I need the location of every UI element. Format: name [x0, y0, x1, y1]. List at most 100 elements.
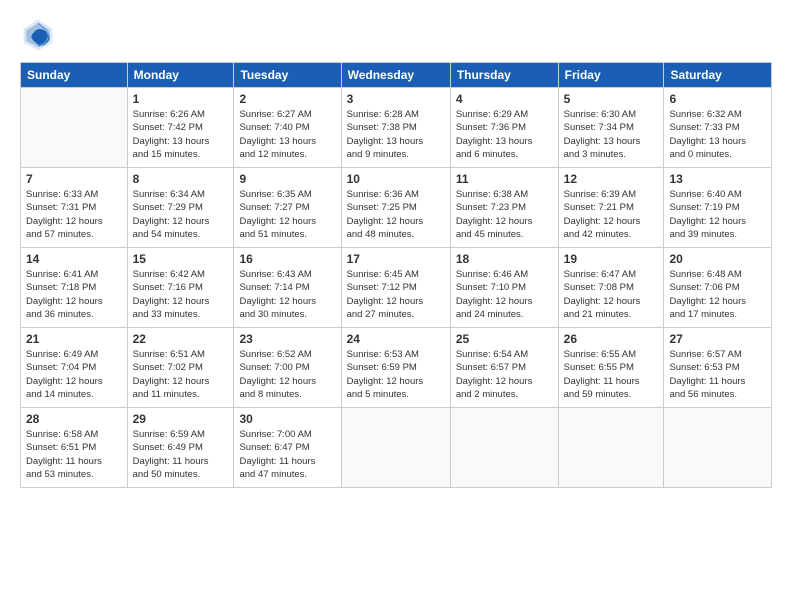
day-number: 18 [456, 252, 553, 266]
day-cell: 15Sunrise: 6:42 AM Sunset: 7:16 PM Dayli… [127, 248, 234, 328]
day-cell [21, 88, 128, 168]
weekday-header-tuesday: Tuesday [234, 63, 341, 88]
day-number: 6 [669, 92, 766, 106]
day-cell: 26 Sunrise: 6:55 AM Sunset: 6:55 PM Dayli… [558, 328, 664, 408]
day-number: 5 [564, 92, 659, 106]
day-number: 16 [239, 252, 335, 266]
day-cell: 2 Sunrise: 6:27 AM Sunset: 7:40 PM Daylig… [234, 88, 341, 168]
day-cell: 28 Sunrise: 6:58 AM Sunset: 6:51 PM Dayli… [21, 408, 128, 488]
day-cell: 10 Sunrise: 6:36 AM Sunset: 7:25 PM Dayli… [341, 168, 450, 248]
day-cell: 22 Sunrise: 6:51 AM Sunset: 7:02 PM Dayli… [127, 328, 234, 408]
day-number: 23 [239, 332, 335, 346]
day-cell: 29 Sunrise: 6:59 AM Sunset: 6:49 PM Dayli… [127, 408, 234, 488]
logo [20, 16, 60, 52]
day-cell: 7 Sunrise: 6:33 AM Sunset: 7:31 PM Daylig… [21, 168, 128, 248]
day-number: 14 [26, 252, 122, 266]
calendar: SundayMondayTuesdayWednesdayThursdayFrid… [20, 62, 772, 488]
day-number: 19 [564, 252, 659, 266]
day-cell: 27Sunrise: 6:57 AM Sunset: 6:53 PM Dayli… [664, 328, 772, 408]
day-cell: 30 Sunrise: 7:00 AM Sunset: 6:47 PM Dayli… [234, 408, 341, 488]
day-cell: 12 Sunrise: 6:39 AM Sunset: 7:21 PM Dayli… [558, 168, 664, 248]
day-number: 4 [456, 92, 553, 106]
week-row-3: 14 Sunrise: 6:41 AM Sunset: 7:18 PM Dayli… [21, 248, 772, 328]
day-info: Sunrise: 6:30 AM Sunset: 7:34 PM Dayligh… [564, 108, 659, 161]
day-info: Sunrise: 6:47 AM Sunset: 7:08 PM Dayligh… [564, 268, 659, 321]
weekday-header-saturday: Saturday [664, 63, 772, 88]
day-number: 27 [669, 332, 766, 346]
day-number: 22 [133, 332, 229, 346]
day-number: 7 [26, 172, 122, 186]
day-cell: 5 Sunrise: 6:30 AM Sunset: 7:34 PM Daylig… [558, 88, 664, 168]
day-number: 12 [564, 172, 659, 186]
day-cell: 25 Sunrise: 6:54 AM Sunset: 6:57 PM Dayli… [450, 328, 558, 408]
day-number: 9 [239, 172, 335, 186]
day-info: Sunrise: 6:51 AM Sunset: 7:02 PM Dayligh… [133, 348, 229, 401]
day-info: Sunrise: 6:59 AM Sunset: 6:49 PM Dayligh… [133, 428, 229, 481]
day-info: Sunrise: 6:32 AM Sunset: 7:33 PM Dayligh… [669, 108, 766, 161]
day-info: Sunrise: 6:36 AM Sunset: 7:25 PM Dayligh… [347, 188, 445, 241]
weekday-header-sunday: Sunday [21, 63, 128, 88]
day-info: Sunrise: 6:41 AM Sunset: 7:18 PM Dayligh… [26, 268, 122, 321]
day-cell [558, 408, 664, 488]
week-row-4: 21 Sunrise: 6:49 AM Sunset: 7:04 PM Dayli… [21, 328, 772, 408]
day-cell: 6 Sunrise: 6:32 AM Sunset: 7:33 PM Daylig… [664, 88, 772, 168]
weekday-header-wednesday: Wednesday [341, 63, 450, 88]
day-cell: 3 Sunrise: 6:28 AM Sunset: 7:38 PM Daylig… [341, 88, 450, 168]
day-number: 8 [133, 172, 229, 186]
day-cell: 16Sunrise: 6:43 AM Sunset: 7:14 PM Dayli… [234, 248, 341, 328]
day-cell: 14 Sunrise: 6:41 AM Sunset: 7:18 PM Dayli… [21, 248, 128, 328]
page: SundayMondayTuesdayWednesdayThursdayFrid… [0, 0, 792, 612]
day-cell: 17 Sunrise: 6:45 AM Sunset: 7:12 PM Dayli… [341, 248, 450, 328]
day-cell [341, 408, 450, 488]
day-info: Sunrise: 6:46 AM Sunset: 7:10 PM Dayligh… [456, 268, 553, 321]
day-info: Sunrise: 6:39 AM Sunset: 7:21 PM Dayligh… [564, 188, 659, 241]
day-info: Sunrise: 6:55 AM Sunset: 6:55 PM Dayligh… [564, 348, 659, 401]
day-info: Sunrise: 6:28 AM Sunset: 7:38 PM Dayligh… [347, 108, 445, 161]
day-number: 2 [239, 92, 335, 106]
day-cell: 20 Sunrise: 6:48 AM Sunset: 7:06 PM Dayli… [664, 248, 772, 328]
week-row-1: 1 Sunrise: 6:26 AM Sunset: 7:42 PM Daylig… [21, 88, 772, 168]
day-number: 29 [133, 412, 229, 426]
day-number: 28 [26, 412, 122, 426]
day-info: Sunrise: 6:40 AM Sunset: 7:19 PM Dayligh… [669, 188, 766, 241]
logo-icon [20, 16, 56, 52]
day-cell: 19 Sunrise: 6:47 AM Sunset: 7:08 PM Dayli… [558, 248, 664, 328]
day-cell: 18 Sunrise: 6:46 AM Sunset: 7:10 PM Dayli… [450, 248, 558, 328]
day-info: Sunrise: 6:34 AM Sunset: 7:29 PM Dayligh… [133, 188, 229, 241]
day-info: Sunrise: 6:45 AM Sunset: 7:12 PM Dayligh… [347, 268, 445, 321]
day-info: Sunrise: 6:49 AM Sunset: 7:04 PM Dayligh… [26, 348, 122, 401]
day-number: 24 [347, 332, 445, 346]
day-number: 13 [669, 172, 766, 186]
weekday-header-thursday: Thursday [450, 63, 558, 88]
day-info: Sunrise: 6:33 AM Sunset: 7:31 PM Dayligh… [26, 188, 122, 241]
day-cell: 9Sunrise: 6:35 AM Sunset: 7:27 PM Daylig… [234, 168, 341, 248]
day-cell [664, 408, 772, 488]
day-info: Sunrise: 6:42 AM Sunset: 7:16 PM Dayligh… [133, 268, 229, 321]
day-number: 21 [26, 332, 122, 346]
day-info: Sunrise: 7:00 AM Sunset: 6:47 PM Dayligh… [239, 428, 335, 481]
weekday-header-row: SundayMondayTuesdayWednesdayThursdayFrid… [21, 63, 772, 88]
day-number: 26 [564, 332, 659, 346]
day-cell: 21 Sunrise: 6:49 AM Sunset: 7:04 PM Dayli… [21, 328, 128, 408]
day-cell: 23 Sunrise: 6:52 AM Sunset: 7:00 PM Dayli… [234, 328, 341, 408]
day-number: 3 [347, 92, 445, 106]
day-number: 30 [239, 412, 335, 426]
week-row-5: 28 Sunrise: 6:58 AM Sunset: 6:51 PM Dayli… [21, 408, 772, 488]
header [20, 16, 772, 52]
day-cell: 11Sunrise: 6:38 AM Sunset: 7:23 PM Dayli… [450, 168, 558, 248]
day-info: Sunrise: 6:48 AM Sunset: 7:06 PM Dayligh… [669, 268, 766, 321]
day-number: 20 [669, 252, 766, 266]
day-cell: 24Sunrise: 6:53 AM Sunset: 6:59 PM Dayli… [341, 328, 450, 408]
day-number: 10 [347, 172, 445, 186]
day-info: Sunrise: 6:52 AM Sunset: 7:00 PM Dayligh… [239, 348, 335, 401]
day-number: 1 [133, 92, 229, 106]
day-number: 25 [456, 332, 553, 346]
weekday-header-monday: Monday [127, 63, 234, 88]
day-info: Sunrise: 6:26 AM Sunset: 7:42 PM Dayligh… [133, 108, 229, 161]
day-info: Sunrise: 6:58 AM Sunset: 6:51 PM Dayligh… [26, 428, 122, 481]
day-cell [450, 408, 558, 488]
weekday-header-friday: Friday [558, 63, 664, 88]
day-info: Sunrise: 6:27 AM Sunset: 7:40 PM Dayligh… [239, 108, 335, 161]
day-info: Sunrise: 6:54 AM Sunset: 6:57 PM Dayligh… [456, 348, 553, 401]
day-number: 17 [347, 252, 445, 266]
